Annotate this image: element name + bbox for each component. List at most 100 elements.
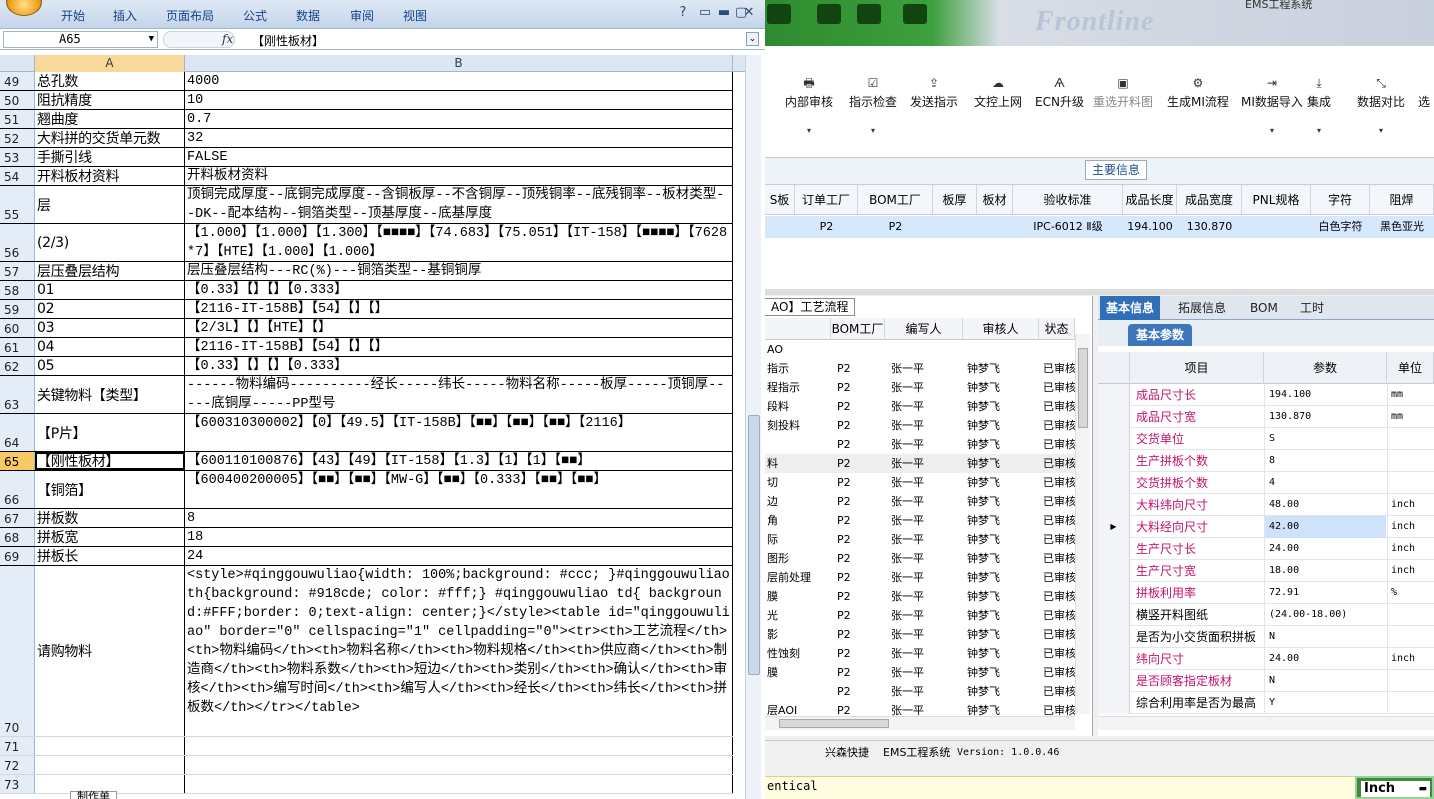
- row-number[interactable]: 70: [0, 566, 35, 736]
- vertical-scrollbar[interactable]: [745, 55, 761, 799]
- dropdown-arrow-icon[interactable]: ▾: [1241, 126, 1303, 135]
- menu-page-layout[interactable]: 页面布局: [166, 7, 214, 24]
- cell-b[interactable]: 24: [185, 547, 733, 565]
- param-value[interactable]: 8: [1264, 450, 1386, 472]
- tab-process-flow[interactable]: AO】工艺流程: [765, 298, 856, 316]
- param-value[interactable]: 42.00: [1264, 516, 1386, 538]
- cell-b[interactable]: 层压叠层结构---RC(%)---铜箔类型--基铜铜厚: [185, 262, 733, 280]
- param-row[interactable]: 综合利用率是否为最高 Y: [1098, 692, 1434, 714]
- process-row[interactable]: 切 P2 张一平 钟梦飞 已审核: [765, 473, 1075, 492]
- cell-a[interactable]: 【刚性板材】: [35, 452, 185, 470]
- process-row[interactable]: AO: [765, 340, 1075, 359]
- param-value[interactable]: 48.00: [1264, 494, 1386, 516]
- chart-icon[interactable]: [857, 4, 881, 24]
- ribbon-toggle-icon[interactable]: ▭: [698, 6, 712, 20]
- param-row[interactable]: 成品尺寸宽 130.870 mm: [1098, 406, 1434, 428]
- process-row[interactable]: P2 张一平 钟梦飞 已审核: [765, 682, 1075, 701]
- user-icon[interactable]: [817, 4, 841, 24]
- param-value[interactable]: S: [1264, 428, 1386, 450]
- main-header-4[interactable]: 板材: [977, 185, 1013, 215]
- menu-home[interactable]: 开始: [61, 7, 85, 24]
- param-header-3[interactable]: 单位: [1387, 352, 1434, 384]
- row-number[interactable]: 73: [0, 775, 35, 793]
- cell-a[interactable]: 【铜箔】: [35, 471, 185, 508]
- scrollbar-thumb[interactable]: [1078, 348, 1088, 428]
- row-number[interactable]: 57: [0, 262, 35, 280]
- cell-a[interactable]: 开料板材资料: [35, 167, 185, 185]
- dropdown-arrow-icon[interactable]: ▬: [1418, 781, 1427, 797]
- cell-b[interactable]: 顶铜完成厚度--底铜完成厚度--含铜板厚--不含铜厚--顶残铜率--底残铜率--…: [185, 186, 733, 223]
- param-row[interactable]: 生产拼板个数 8: [1098, 450, 1434, 472]
- param-row[interactable]: ▶ 大料经向尺寸 42.00 inch: [1098, 516, 1434, 538]
- main-header-1[interactable]: 订单工厂: [795, 185, 858, 215]
- param-value[interactable]: 130.870: [1264, 406, 1386, 428]
- process-header-3[interactable]: 审核人: [963, 318, 1039, 340]
- toolbar-button-3[interactable]: ☁ 文控上网: [974, 76, 1022, 110]
- cell-a[interactable]: 05: [35, 357, 185, 375]
- param-value[interactable]: 18.00: [1264, 560, 1386, 582]
- cell-a[interactable]: 02: [35, 300, 185, 318]
- param-row[interactable]: 大料纬向尺寸 48.00 inch: [1098, 494, 1434, 516]
- tab-basic-params[interactable]: 基本参数: [1128, 324, 1193, 346]
- cell-b[interactable]: <style>#qinggouwuliao{width: 100%;backgr…: [185, 566, 733, 736]
- param-row[interactable]: 交货单位 S: [1098, 428, 1434, 450]
- param-value[interactable]: 194.100: [1264, 384, 1386, 406]
- menu-insert[interactable]: 插入: [113, 7, 137, 24]
- cell-a[interactable]: 大料拼的交货单元数: [35, 129, 185, 147]
- cell-a[interactable]: 请购物料: [35, 566, 185, 736]
- tab-0[interactable]: 基本信息: [1100, 296, 1161, 320]
- process-row[interactable]: 指示 P2 张一平 钟梦飞 已审核: [765, 359, 1075, 378]
- main-row[interactable]: P2 P2 IPC-6012 Ⅱ级 194.100 130.870 白色字符 黑色亚光: [765, 216, 1434, 238]
- cell-b[interactable]: 【600310300002】【0】【49.5】【IT-158B】【■■】【■■】…: [185, 414, 733, 451]
- toolbar-button-8[interactable]: ⤓ 集成 ▾: [1307, 76, 1331, 135]
- process-row[interactable]: 角 P2 张一平 钟梦飞 已审核: [765, 511, 1075, 530]
- row-number[interactable]: 52: [0, 129, 35, 147]
- param-value[interactable]: 24.00: [1264, 648, 1386, 670]
- row-number[interactable]: 68: [0, 528, 35, 546]
- cell-b[interactable]: 【2116-IT-158B】【54】【】【】: [185, 300, 733, 318]
- cell-a[interactable]: [35, 737, 185, 755]
- process-hscroll[interactable]: [765, 716, 1075, 730]
- cell-a[interactable]: 拼板宽: [35, 528, 185, 546]
- select-all-corner[interactable]: [0, 55, 35, 72]
- cell-a[interactable]: 拼板数: [35, 509, 185, 527]
- menu-view[interactable]: 视图: [403, 7, 427, 24]
- process-row[interactable]: 料 P2 张一平 钟梦飞 已审核: [765, 454, 1075, 473]
- row-number[interactable]: 66: [0, 471, 35, 508]
- param-value[interactable]: (24.00-18.00): [1264, 604, 1386, 626]
- cell-a[interactable]: 总孔数: [35, 72, 185, 90]
- cell-b[interactable]: FALSE: [185, 148, 733, 166]
- toolbar-button-6[interactable]: ⚙ 生成MI流程: [1167, 76, 1229, 110]
- dropdown-arrow-icon[interactable]: ▼: [149, 32, 154, 47]
- expand-formula-bar-icon[interactable]: ⌄: [746, 32, 759, 46]
- command-line[interactable]: entical: [765, 776, 1434, 799]
- row-number[interactable]: 71: [0, 737, 35, 755]
- main-header-6[interactable]: 成品长度: [1123, 185, 1177, 215]
- param-value[interactable]: Y: [1264, 692, 1386, 714]
- process-row[interactable]: 边 P2 张一平 钟梦飞 已审核: [765, 492, 1075, 511]
- process-header-2[interactable]: 编写人: [885, 318, 963, 340]
- process-row[interactable]: 层前处理 P2 张一平 钟梦飞 已审核: [765, 568, 1075, 587]
- param-hscroll[interactable]: [1098, 716, 1434, 730]
- main-header-3[interactable]: 板厚: [933, 185, 977, 215]
- row-number[interactable]: 72: [0, 756, 35, 774]
- param-value[interactable]: N: [1264, 626, 1386, 648]
- param-row[interactable]: 成品尺寸长 194.100 mm: [1098, 384, 1434, 406]
- param-value[interactable]: N: [1264, 670, 1386, 692]
- process-row[interactable]: 膜 P2 张一平 钟梦飞 已审核: [765, 663, 1075, 682]
- unit-select[interactable]: Inch ▬: [1355, 776, 1434, 799]
- toolbar-button-5[interactable]: ▣ 重选开料图: [1093, 76, 1153, 110]
- cell-b[interactable]: 8: [185, 509, 733, 527]
- scrollbar-thumb[interactable]: [748, 415, 760, 675]
- process-header-0[interactable]: [765, 318, 831, 340]
- cell-a[interactable]: 拼板长: [35, 547, 185, 565]
- cell-b[interactable]: 32: [185, 129, 733, 147]
- main-header-7[interactable]: 成品宽度: [1177, 185, 1242, 215]
- horizontal-scrollbar[interactable]: [765, 289, 1434, 295]
- cell-b[interactable]: 【2116-IT-158B】【54】【】【】: [185, 338, 733, 356]
- param-row[interactable]: 生产尺寸宽 18.00 inch: [1098, 560, 1434, 582]
- param-value[interactable]: 72.91: [1264, 582, 1386, 604]
- cell-b[interactable]: 【2/3L】【】【HTE】【】: [185, 319, 733, 337]
- clipboard-icon[interactable]: [903, 4, 927, 24]
- process-row[interactable]: P2 张一平 钟梦飞 已审核: [765, 435, 1075, 454]
